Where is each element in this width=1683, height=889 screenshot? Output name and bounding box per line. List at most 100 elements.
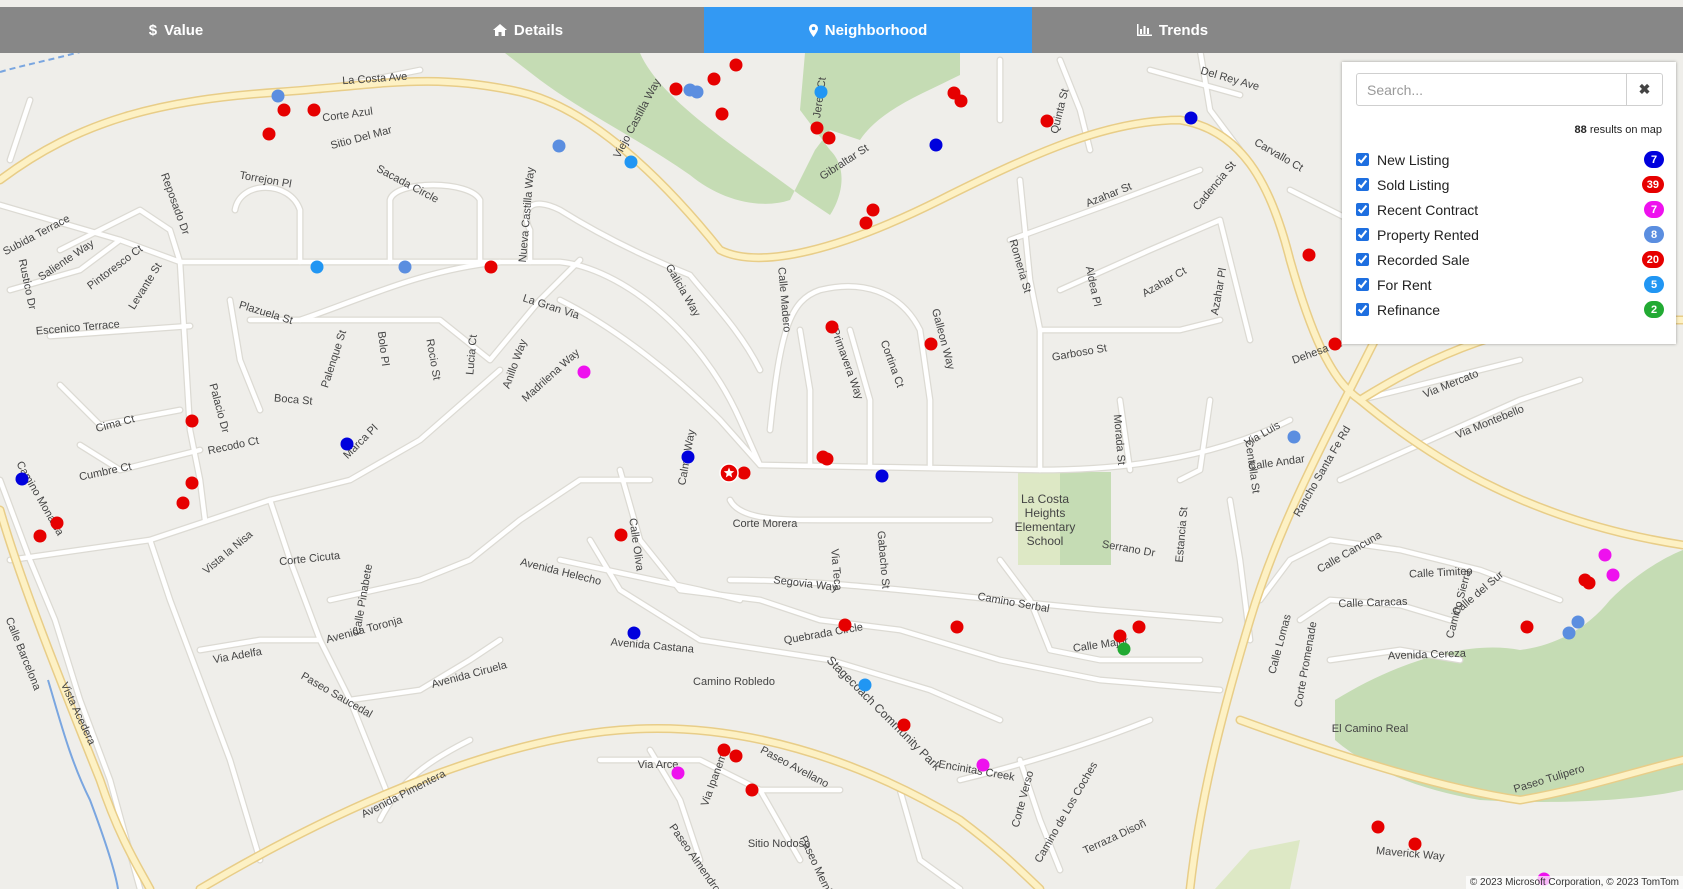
sold-listing-marker[interactable] [50,516,64,530]
property-rented-marker[interactable] [690,85,704,99]
property-rented-marker[interactable] [1287,430,1301,444]
new-listing-marker[interactable] [15,472,29,486]
legend-label: For Rent [1377,276,1432,293]
sold-listing-marker[interactable] [924,337,938,351]
for-rent-marker[interactable] [814,85,828,99]
legend-count-badge: 8 [1644,226,1664,243]
legend-item-recent-contract[interactable]: Recent Contract 7 [1356,197,1664,222]
legend-item-recorded-sale[interactable]: Recorded Sale 20 [1356,247,1664,272]
sold-listing-marker[interactable] [715,107,729,121]
street-label: Calle Caracas [1338,596,1408,610]
sold-listing-marker[interactable] [950,620,964,634]
legend-checkbox[interactable] [1356,303,1369,316]
property-rented-marker[interactable] [398,260,412,274]
tab-neighborhood[interactable]: Neighborhood [704,7,1032,53]
new-listing-marker[interactable] [627,626,641,640]
subject-property-star-icon[interactable] [719,463,739,483]
legend-label: Recent Contract [1377,201,1479,218]
school-field [1060,472,1111,565]
sold-listing-marker[interactable] [825,320,839,334]
property-rented-marker[interactable] [1571,615,1585,629]
legend-label: Sold Listing [1377,176,1450,193]
legend-count-badge: 2 [1644,301,1664,318]
sold-listing-marker[interactable] [737,466,751,480]
sold-listing-marker[interactable] [33,529,47,543]
sold-listing-marker[interactable] [954,94,968,108]
legend-checkbox[interactable] [1356,228,1369,241]
sold-listing-marker[interactable] [745,783,759,797]
sold-listing-marker[interactable] [307,103,321,117]
tab-label: Value [164,21,204,39]
legend-checkbox[interactable] [1356,278,1369,291]
legend-item-refinance[interactable]: Refinance 2 [1356,297,1664,322]
recent-contract-marker[interactable] [671,766,685,780]
recent-contract-marker[interactable] [976,758,990,772]
sold-listing-marker[interactable] [820,452,834,466]
recent-contract-marker[interactable] [577,365,591,379]
sold-listing-marker[interactable] [277,103,291,117]
sold-listing-marker[interactable] [1328,337,1342,351]
map-marker-icon [808,23,818,37]
sold-listing-marker[interactable] [1582,576,1596,590]
sold-listing-marker[interactable] [1408,837,1422,851]
sold-listing-marker[interactable] [729,58,743,72]
new-listing-marker[interactable] [340,437,354,451]
sold-listing-marker[interactable] [810,121,824,135]
for-rent-marker[interactable] [310,260,324,274]
legend-checkbox[interactable] [1356,203,1369,216]
legend-checkbox[interactable] [1356,253,1369,266]
sold-listing-marker[interactable] [185,414,199,428]
sold-listing-marker[interactable] [1132,620,1146,634]
sold-listing-marker[interactable] [262,127,276,141]
legend-item-sold-listing[interactable]: Sold Listing 39 [1356,172,1664,197]
dollar-icon: $ [148,21,158,39]
tab-details[interactable]: Details [352,7,704,53]
sold-listing-marker[interactable] [669,82,683,96]
legend-item-property-rented[interactable]: Property Rented 8 [1356,222,1664,247]
street-label: Via Arce [638,759,679,771]
legend-checkbox[interactable] [1356,178,1369,191]
legend-item-new-listing[interactable]: New Listing 7 [1356,147,1664,172]
for-rent-marker[interactable] [624,155,638,169]
sold-listing-marker[interactable] [859,216,873,230]
legend-checkbox[interactable] [1356,153,1369,166]
for-rent-marker[interactable] [858,678,872,692]
sold-listing-marker[interactable] [1040,114,1054,128]
property-rented-marker[interactable] [271,89,285,103]
new-listing-marker[interactable] [681,450,695,464]
recent-contract-marker[interactable] [1606,568,1620,582]
sold-listing-marker[interactable] [185,476,199,490]
sold-listing-marker[interactable] [866,203,880,217]
sold-listing-marker[interactable] [484,260,498,274]
results-count-text: results on map [1589,124,1662,136]
sold-listing-marker[interactable] [176,496,190,510]
property-rented-marker[interactable] [552,139,566,153]
legend-count-badge: 39 [1641,176,1664,193]
sold-listing-marker[interactable] [838,618,852,632]
sold-listing-marker[interactable] [1520,620,1534,634]
sold-listing-marker[interactable] [707,72,721,86]
sold-listing-marker[interactable] [1302,248,1316,262]
school-label-line: School [1027,534,1064,548]
sold-listing-marker[interactable] [717,743,731,757]
property-rented-marker[interactable] [1562,626,1576,640]
refinance-marker[interactable] [1117,642,1131,656]
sold-listing-marker[interactable] [822,131,836,145]
sold-listing-marker[interactable] [1113,629,1127,643]
sold-listing-marker[interactable] [614,528,628,542]
clear-search-button[interactable]: ✖ [1626,73,1663,106]
new-listing-marker[interactable] [1184,111,1198,125]
home-icon [492,24,507,36]
search-input[interactable] [1356,73,1627,106]
sold-listing-marker[interactable] [1371,820,1385,834]
legend-item-for-rent[interactable]: For Rent 5 [1356,272,1664,297]
sold-listing-marker[interactable] [729,749,743,763]
new-listing-marker[interactable] [875,469,889,483]
street-label: Corte Morera [733,518,799,530]
sold-listing-marker[interactable] [897,718,911,732]
recent-contract-marker[interactable] [1598,548,1612,562]
tab-value[interactable]: $ Value [0,7,352,53]
new-listing-marker[interactable] [929,138,943,152]
tab-trends[interactable]: Trends [1032,7,1313,53]
legend-label: Refinance [1377,301,1441,318]
